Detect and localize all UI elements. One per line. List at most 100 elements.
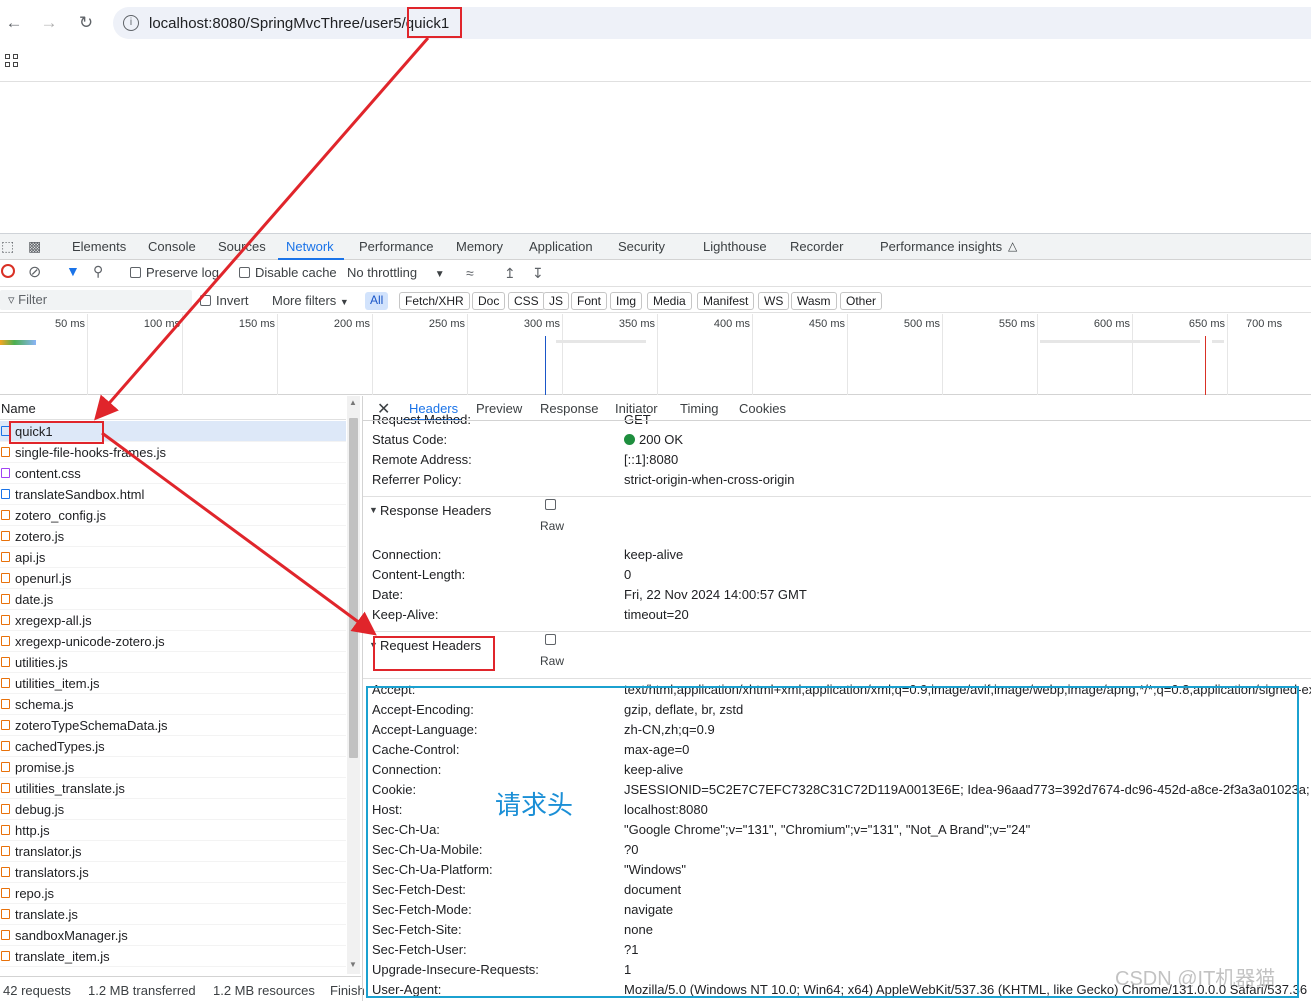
tick-label: 650 ms: [1188, 318, 1225, 330]
request-row[interactable]: debug.js: [0, 799, 346, 820]
tab-lighthouse[interactable]: Lighthouse: [703, 239, 767, 254]
import-har-icon[interactable]: ↥: [504, 265, 516, 282]
chip-img[interactable]: Img: [610, 292, 643, 310]
request-row[interactable]: translateSandbox.html: [0, 484, 346, 505]
site-info-icon[interactable]: i: [123, 15, 139, 31]
chip-fetch-xhr[interactable]: Fetch/XHR: [399, 292, 470, 310]
tab-performance[interactable]: Performance: [359, 239, 433, 254]
request-row[interactable]: zotero_config.js: [0, 505, 346, 526]
raw-checkbox[interactable]: [545, 499, 556, 510]
request-row[interactable]: sandboxManager.js: [0, 925, 346, 946]
request-row[interactable]: utilities_item.js: [0, 673, 346, 694]
preserve-log-checkbox[interactable]: Preserve log: [130, 265, 219, 280]
request-row[interactable]: utilities_translate.js: [0, 778, 346, 799]
chip-doc[interactable]: Doc: [472, 292, 506, 310]
record-stop-icon[interactable]: [1, 264, 15, 278]
export-har-icon[interactable]: ↧: [532, 265, 544, 282]
forward-icon[interactable]: →: [38, 12, 60, 34]
request-row[interactable]: zotero.js: [0, 526, 346, 547]
request-row[interactable]: translator.js: [0, 841, 346, 862]
throttling-select[interactable]: No throttling ▼: [347, 265, 445, 280]
invert-label: Invert: [216, 293, 249, 308]
more-filters-dropdown[interactable]: More filters ▼: [272, 293, 349, 308]
request-row[interactable]: cachedTypes.js: [0, 736, 346, 757]
tab-performance-insights[interactable]: Performance insights: [880, 239, 1002, 254]
invert-box[interactable]: [200, 295, 211, 306]
js-file-icon: [1, 510, 10, 520]
request-row[interactable]: openurl.js: [0, 568, 346, 589]
raw-checkbox[interactable]: [545, 634, 556, 645]
request-row[interactable]: translators.js: [0, 862, 346, 883]
tab-memory[interactable]: Memory: [456, 239, 503, 254]
device-toolbar-icon[interactable]: ▩: [28, 238, 41, 255]
tab-sources[interactable]: Sources: [218, 239, 266, 254]
chip-media[interactable]: Media: [647, 292, 692, 310]
tab-recorder[interactable]: Recorder: [790, 239, 843, 254]
chip-js[interactable]: JS: [543, 292, 570, 310]
network-conditions-icon[interactable]: ≈: [466, 265, 474, 281]
chip-font[interactable]: Font: [571, 292, 608, 310]
chip-manifest[interactable]: Manifest: [697, 292, 755, 310]
clear-icon[interactable]: ⊘: [28, 262, 41, 282]
name-column-header[interactable]: Name: [0, 396, 346, 420]
js-file-icon: [1, 636, 10, 646]
request-row[interactable]: translate.js: [0, 904, 346, 925]
page-content: [0, 81, 1311, 233]
chip-other[interactable]: Other: [840, 292, 883, 310]
url-text[interactable]: localhost:8080/SpringMvcThree/user5/quic…: [149, 15, 449, 32]
request-row[interactable]: schema.js: [0, 694, 346, 715]
scroll-down-icon[interactable]: ▼: [349, 960, 357, 969]
js-file-icon: [1, 846, 10, 856]
filter-input[interactable]: ▿ Filter: [0, 290, 192, 310]
tab-security[interactable]: Security: [618, 239, 665, 254]
request-row[interactable]: single-file-hooks-frames.js: [0, 442, 346, 463]
expand-triangle-icon[interactable]: ▼: [369, 505, 378, 515]
request-name: api.js: [15, 550, 46, 565]
back-icon[interactable]: ←: [3, 12, 25, 34]
request-row[interactable]: xregexp-unicode-zotero.js: [0, 631, 346, 652]
address-bar[interactable]: i localhost:8080/SpringMvcThree/user5/qu…: [113, 7, 1311, 39]
tab-console[interactable]: Console: [148, 239, 196, 254]
scrollbar-thumb[interactable]: [349, 418, 358, 758]
chip-all[interactable]: All: [365, 292, 389, 310]
apps-grid-icon[interactable]: [5, 54, 19, 68]
request-row[interactable]: promise.js: [0, 757, 346, 778]
chip-css[interactable]: CSS: [508, 292, 545, 310]
chip-wasm[interactable]: Wasm: [791, 292, 837, 310]
tab-application[interactable]: Application: [529, 239, 593, 254]
timeline-overview[interactable]: 50 ms 100 ms 150 ms 200 ms 250 ms 300 ms…: [0, 314, 1311, 395]
disable-cache-checkbox[interactable]: Disable cache: [239, 265, 337, 280]
response-headers-section[interactable]: ▼ Response Headers Raw: [363, 496, 1311, 538]
tab-elements[interactable]: Elements: [72, 239, 126, 254]
finish-time: Finish: [330, 983, 365, 998]
request-row[interactable]: xregexp-all.js: [0, 610, 346, 631]
chip-ws[interactable]: WS: [758, 292, 790, 310]
request-row[interactable]: date.js: [0, 589, 346, 610]
request-row[interactable]: translate_item.js: [0, 946, 346, 967]
resources-size: 1.2 MB resources: [213, 983, 315, 998]
request-row[interactable]: zoteroTypeSchemaData.js: [0, 715, 346, 736]
tab-network[interactable]: Network: [286, 239, 334, 254]
js-file-icon: [1, 447, 10, 457]
request-name: xregexp-unicode-zotero.js: [15, 634, 165, 649]
preserve-log-box[interactable]: [130, 267, 141, 278]
request-headers-section[interactable]: ▼ Request Headers Raw: [363, 631, 1311, 679]
timeline-gridline: [657, 314, 658, 395]
request-row[interactable]: utilities.js: [0, 652, 346, 673]
filter-funnel-icon[interactable]: ▼: [66, 263, 80, 279]
request-row[interactable]: http.js: [0, 820, 346, 841]
disable-cache-box[interactable]: [239, 267, 250, 278]
timeline-gridline: [87, 314, 88, 395]
request-row[interactable]: api.js: [0, 547, 346, 568]
request-row[interactable]: content.css: [0, 463, 346, 484]
request-list-scrollbar[interactable]: ▲ ▼: [347, 396, 360, 974]
inspect-element-icon[interactable]: ⬚: [1, 238, 14, 255]
request-row[interactable]: repo.js: [0, 883, 346, 904]
search-icon[interactable]: ⚲: [93, 263, 103, 280]
scroll-up-icon[interactable]: ▲: [349, 398, 357, 407]
reload-icon[interactable]: ↻: [75, 12, 97, 34]
header-value: timeout=20: [624, 607, 689, 622]
browser-toolbar: ← → ↻ i localhost:8080/SpringMvcThree/us…: [0, 0, 1311, 48]
invert-checkbox[interactable]: Invert: [200, 293, 249, 308]
timeline-gridline: [372, 314, 373, 395]
